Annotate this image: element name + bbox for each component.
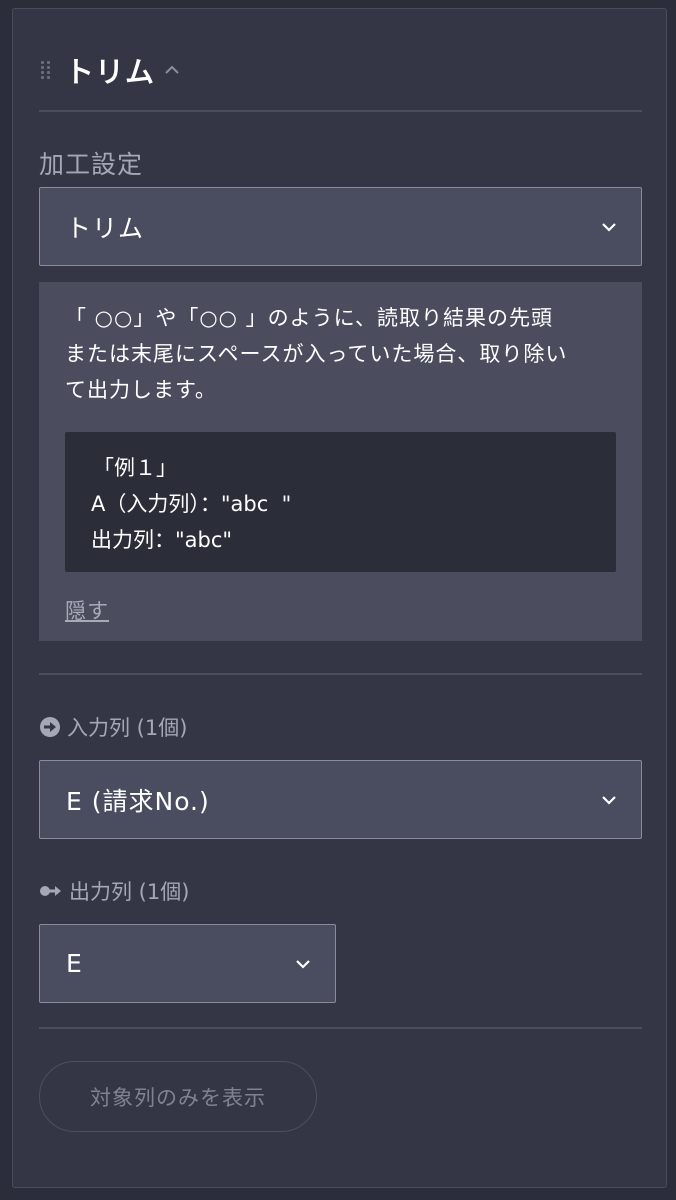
trim-panel: トリム 加工設定 トリム 「 ○○」や「○○ 」のように、読取り結果の先頭 また…	[12, 8, 667, 1188]
hide-link[interactable]: 隠す	[65, 595, 109, 625]
divider	[39, 1027, 642, 1029]
arrow-right-circle-icon	[40, 717, 60, 737]
description-line: て出力します。	[65, 378, 217, 402]
output-column-select[interactable]: E	[39, 924, 336, 1003]
input-column-label-text: 入力列 (1個)	[67, 716, 188, 740]
example-input: A（入力列）："abc "	[91, 492, 292, 516]
description-line: 「 ○○」や「○○ 」のように、読取り結果の先頭	[65, 306, 554, 330]
processing-select-value: トリム	[66, 213, 145, 243]
example-box: 「例１」 A（入力列）："abc " 出力列："abc"	[65, 432, 616, 572]
input-column-select[interactable]: E (請求No.)	[39, 760, 642, 839]
drag-handle-icon[interactable]	[41, 58, 51, 82]
output-column-label: 出力列 (1個)	[39, 876, 189, 906]
processing-select[interactable]: トリム	[39, 187, 642, 266]
example-title: 「例１」	[93, 456, 177, 480]
chevron-up-icon[interactable]	[163, 64, 181, 76]
description-text: 「 ○○」や「○○ 」のように、読取り結果の先頭 または末尾にスペースが入ってい…	[65, 300, 625, 408]
chevron-down-icon	[602, 795, 616, 805]
divider	[39, 110, 642, 112]
description-box: 「 ○○」や「○○ 」のように、読取り結果の先頭 または末尾にスペースが入ってい…	[39, 282, 642, 641]
output-column-select-value: E	[66, 949, 83, 978]
output-column-label-text: 出力列 (1個)	[69, 880, 190, 904]
input-column-select-value: E (請求No.)	[66, 786, 210, 816]
description-line: または末尾にスペースが入っていた場合、取り除い	[65, 342, 568, 366]
example-output: 出力列："abc"	[91, 528, 233, 552]
processing-setting-label: 加工設定	[39, 150, 144, 179]
chevron-down-icon	[602, 222, 616, 232]
divider	[39, 673, 642, 675]
chevron-down-icon	[296, 959, 310, 969]
panel-title: トリム	[65, 55, 156, 89]
input-column-label: 入力列 (1個)	[39, 712, 187, 742]
output-arrow-icon	[40, 886, 61, 896]
show-target-columns-button[interactable]: 対象列のみを表示	[39, 1061, 317, 1132]
panel-header[interactable]: トリム	[41, 49, 181, 91]
